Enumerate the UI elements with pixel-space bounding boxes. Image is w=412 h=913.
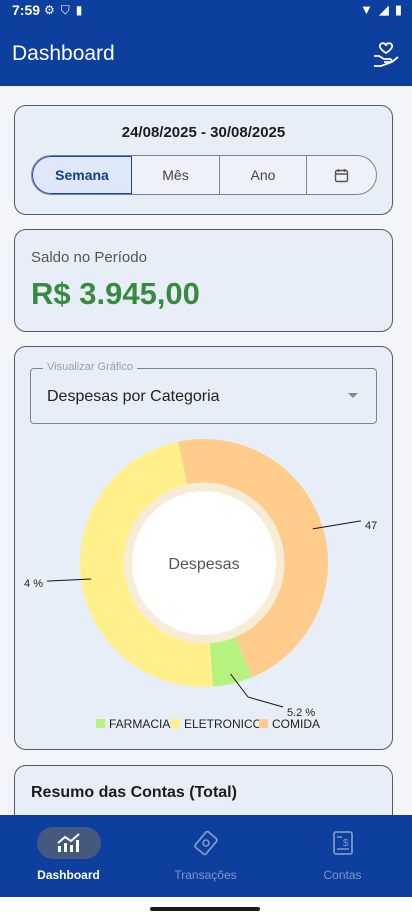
signal-icon: ◢ — [378, 2, 389, 17]
page-title: Dashboard — [12, 42, 115, 65]
segment-year[interactable]: Ano — [220, 156, 307, 194]
summary-title: Resumo das Contas (Total) — [31, 784, 237, 801]
sd-card-icon: ▮ — [75, 3, 83, 17]
status-icons-left: ⚙ ⛉ ▮ — [44, 3, 82, 18]
balance-label: Saldo no Período — [31, 249, 147, 266]
segment-week[interactable]: Semana — [32, 156, 132, 194]
settings-icon: ⚙ — [44, 3, 55, 17]
data-label-comida: 47 — [365, 520, 377, 532]
status-icons-right: ▼ ◢ ▮ — [360, 2, 402, 18]
nav-dashboard[interactable]: Dashboard — [0, 815, 137, 897]
calendar-icon — [334, 168, 349, 182]
nav-accounts-label: Contas — [323, 868, 362, 882]
legend-swatch-eletronico — [171, 719, 180, 728]
nav-dashboard-indicator — [36, 827, 101, 859]
balance-card: Saldo no Período R$ 3.945,00 — [14, 229, 393, 332]
home-indicator — [150, 907, 260, 911]
bottom-navigation: Dashboard Transações $ Contas — [0, 815, 412, 897]
legend-swatch-farmacia — [96, 719, 105, 728]
legend-label-farmacia: FARMACIA — [109, 717, 170, 731]
chart-card: Visualizar Gráfico Despesas por Categori… — [14, 346, 393, 750]
transactions-icon — [193, 830, 218, 856]
donut-center-label: Despesas — [168, 556, 239, 573]
svg-text:$: $ — [343, 838, 349, 849]
gesture-bar — [0, 897, 412, 913]
legend-label-comida: COMIDA — [272, 717, 320, 731]
balance-value: R$ 3.945,00 — [31, 276, 200, 311]
donut-chart: Despesas475.2 %4 %FARMACIA ELETRONICO COMI… — [24, 438, 377, 731]
nav-dashboard-label: Dashboard — [37, 868, 100, 882]
status-time: 7:59 — [12, 2, 41, 18]
legend-label-eletronico: ELETRONICO — [184, 717, 262, 731]
legend-swatch-comida — [259, 719, 268, 728]
battery-icon: ▮ — [394, 2, 402, 17]
segment-month[interactable]: Mês — [132, 156, 220, 194]
data-label-eletronico: 4 % — [24, 578, 43, 590]
nav-transactions-indicator — [174, 827, 238, 859]
nav-accounts[interactable]: $ Contas — [274, 815, 411, 897]
period-segmented-control: Semana Mês Ano — [31, 155, 377, 195]
app-bar: Dashboard — [0, 20, 412, 86]
shield-icon: ⛉ — [60, 3, 70, 17]
period-card: 24/08/2025 - 30/08/2025 Semana Mês Ano — [14, 105, 393, 215]
hand-heart-icon[interactable] — [372, 42, 400, 68]
nav-transactions-label: Transações — [174, 868, 237, 882]
status-bar: 7:59 ⚙ ⛉ ▮ ▼ ◢ ▮ — [0, 0, 412, 20]
chart-trend-icon — [56, 833, 80, 852]
nav-transactions[interactable]: Transações — [137, 815, 274, 897]
wifi-icon: ▼ — [359, 2, 373, 17]
date-range: 24/08/2025 - 30/08/2025 — [121, 124, 286, 141]
segment-calendar[interactable] — [307, 156, 376, 194]
nav-accounts-indicator: $ — [311, 827, 375, 859]
account-statement-icon: $ — [332, 831, 353, 855]
